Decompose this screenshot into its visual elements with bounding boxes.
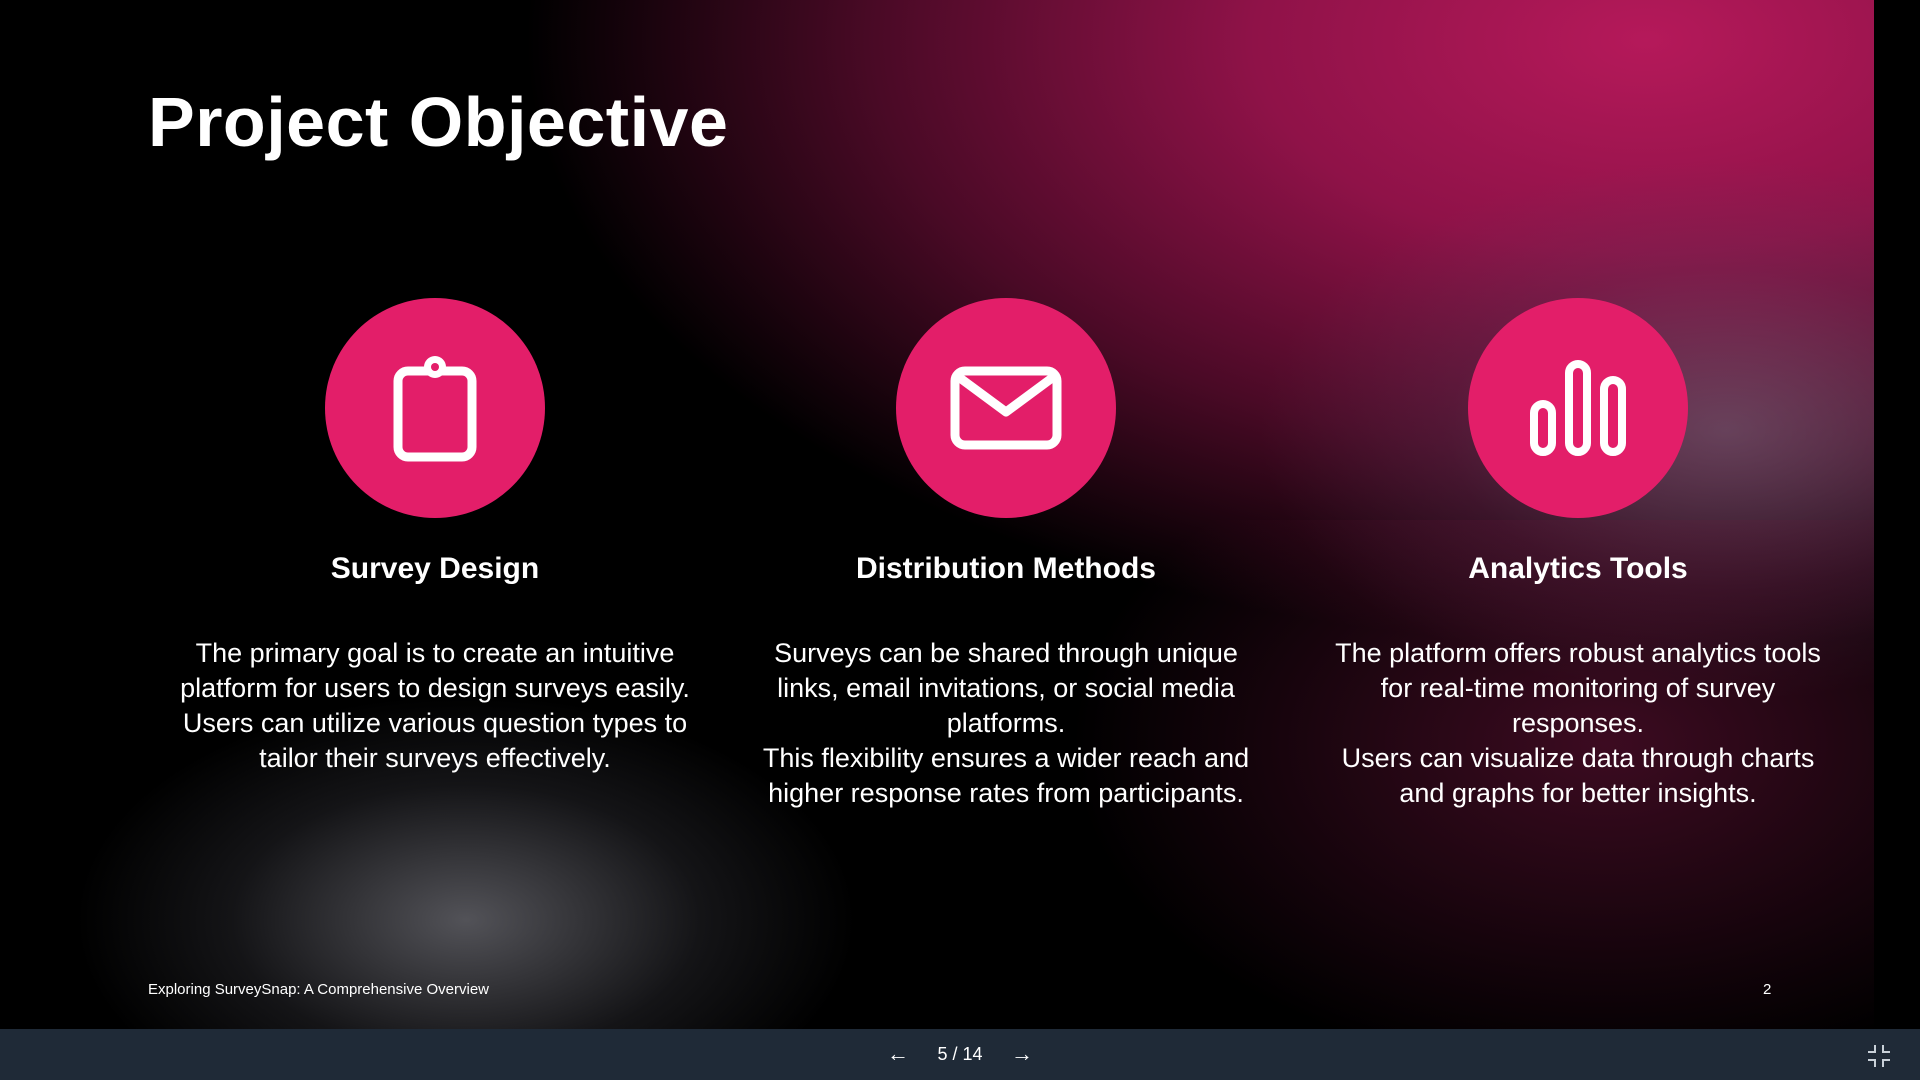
clipboard-icon [393, 356, 477, 462]
objective-column-analytics-tools: Analytics Tools The platform offers robu… [1318, 298, 1838, 811]
slide: Project Objective Survey Design The prim… [46, 0, 1874, 1029]
description-paragraph: Surveys can be shared through unique lin… [774, 638, 1238, 738]
slide-page-number: 2 [1763, 981, 1772, 998]
objective-column-survey-design: Survey Design The primary goal is to cre… [175, 298, 695, 776]
description-paragraph: This flexibility ensures a wider reach a… [762, 743, 1250, 808]
next-slide-button[interactable]: → [1004, 1039, 1040, 1069]
column-description: The primary goal is to create an intuiti… [175, 636, 695, 776]
objective-column-distribution-methods: Distribution Methods Surveys can be shar… [746, 298, 1266, 811]
description-paragraph: Users can visualize data through charts … [1341, 743, 1815, 808]
description-paragraph: The primary goal is to create an intuiti… [180, 638, 690, 703]
icon-circle [325, 298, 545, 518]
exit-fullscreen-icon [1868, 1045, 1890, 1067]
description-paragraph: Users can utilize various question types… [182, 708, 688, 773]
column-description: The platform offers robust analytics too… [1318, 636, 1838, 811]
exit-fullscreen-button[interactable] [1866, 1043, 1892, 1069]
presentation-stage: Project Objective Survey Design The prim… [0, 0, 1920, 1029]
slide-counter: 5 / 14 [937, 1044, 983, 1064]
column-heading: Distribution Methods [856, 552, 1156, 585]
presentation-navbar: ← 5 / 14 → [0, 1029, 1920, 1080]
envelope-icon [950, 366, 1062, 450]
slide-title: Project Objective [148, 83, 729, 161]
column-heading: Survey Design [330, 552, 540, 585]
column-heading: Analytics Tools [1468, 552, 1688, 585]
icon-circle [896, 298, 1116, 518]
previous-slide-button[interactable]: ← [880, 1039, 916, 1069]
slide-footer-text: Exploring SurveySnap: A Comprehensive Ov… [148, 981, 490, 998]
bar-chart-icon [1530, 360, 1626, 456]
description-paragraph: The platform offers robust analytics too… [1335, 638, 1821, 738]
column-description: Surveys can be shared through unique lin… [746, 636, 1266, 811]
icon-circle [1468, 298, 1688, 518]
